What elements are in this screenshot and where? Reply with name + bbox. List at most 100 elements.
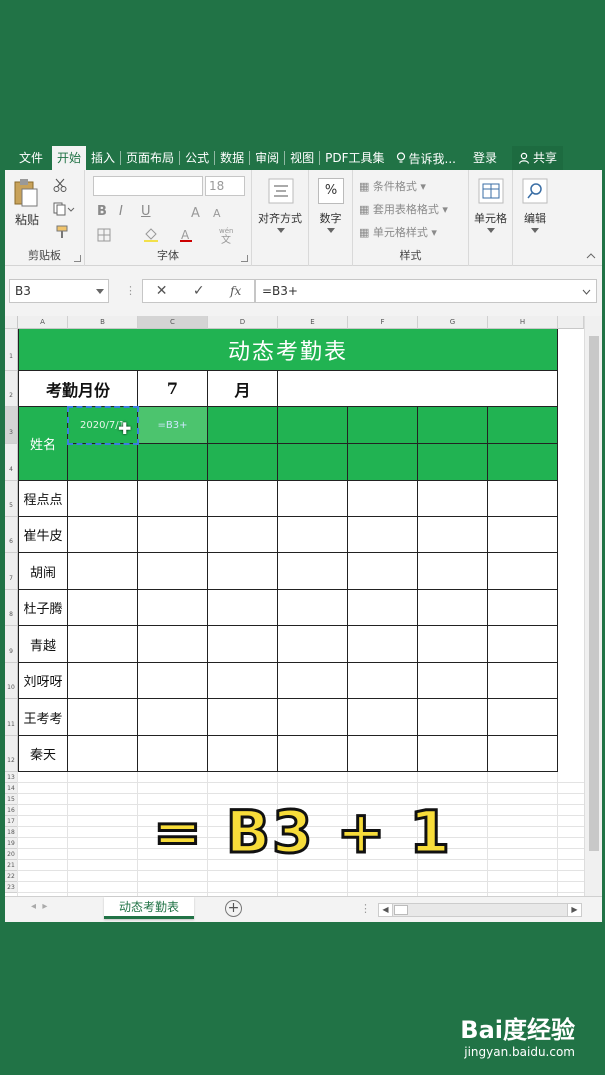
copy-icon[interactable] <box>53 202 75 216</box>
date-cell[interactable] <box>348 407 418 444</box>
attendance-cell[interactable] <box>278 736 348 772</box>
horizontal-scroll-thumb[interactable] <box>394 905 408 915</box>
conditional-format-button[interactable]: ▦ 条件格式 ▾ <box>359 178 426 194</box>
horizontal-scrollbar[interactable]: ◀ ▶ <box>378 903 582 917</box>
name-header-cell[interactable]: 姓名 <box>18 407 68 481</box>
employee-name-cell[interactable]: 秦天 <box>18 736 68 772</box>
sheet-tab-active[interactable]: 动态考勤表 <box>104 897 194 919</box>
attendance-cell[interactable] <box>208 699 278 736</box>
row-header[interactable]: 5 <box>5 481 18 517</box>
underline-button[interactable]: U <box>141 204 151 219</box>
attendance-cell[interactable] <box>208 590 278 626</box>
tab-data[interactable]: 数据 <box>215 146 249 170</box>
attendance-cell[interactable] <box>418 590 488 626</box>
cut-icon[interactable] <box>53 178 67 192</box>
attendance-cell[interactable] <box>488 736 558 772</box>
attendance-cell[interactable] <box>488 699 558 736</box>
find-icon[interactable] <box>522 178 548 204</box>
attendance-cell[interactable] <box>278 626 348 663</box>
attendance-cell[interactable] <box>138 590 208 626</box>
weekday-cell[interactable] <box>208 444 278 481</box>
attendance-cell[interactable] <box>278 590 348 626</box>
empty-merged-cell[interactable] <box>278 371 558 407</box>
attendance-cell[interactable] <box>488 553 558 590</box>
employee-name-cell[interactable]: 崔牛皮 <box>18 517 68 553</box>
attendance-cell[interactable] <box>418 626 488 663</box>
attendance-cell[interactable] <box>208 626 278 663</box>
row-header[interactable]: 6 <box>5 517 18 553</box>
weekday-cell[interactable] <box>138 444 208 481</box>
bold-button[interactable]: B <box>97 204 107 219</box>
dialog-launcher-icon[interactable] <box>241 255 248 262</box>
row-header[interactable]: 8 <box>5 590 18 626</box>
row-header[interactable]: 11 <box>5 699 18 736</box>
tell-me-box[interactable]: 告诉我... <box>396 150 456 167</box>
attendance-cell[interactable] <box>348 517 418 553</box>
add-sheet-icon[interactable]: + <box>225 900 242 917</box>
weekday-cell[interactable] <box>68 444 138 481</box>
date-cell[interactable] <box>488 407 558 444</box>
month-unit-cell[interactable]: 月 <box>208 371 278 407</box>
attendance-cell[interactable] <box>418 517 488 553</box>
employee-name-cell[interactable]: 王考考 <box>18 699 68 736</box>
column-header-h[interactable]: H <box>488 316 558 329</box>
enter-icon[interactable]: ✓ <box>193 283 205 299</box>
employee-name-cell[interactable]: 胡闹 <box>18 553 68 590</box>
attendance-cell[interactable] <box>418 481 488 517</box>
attendance-cell[interactable] <box>208 481 278 517</box>
attendance-cell[interactable] <box>418 663 488 699</box>
attendance-cell[interactable] <box>418 553 488 590</box>
weekday-cell[interactable] <box>278 444 348 481</box>
employee-name-cell[interactable]: 刘呀呀 <box>18 663 68 699</box>
font-grow-icon[interactable]: AA <box>189 204 229 220</box>
attendance-cell[interactable] <box>348 481 418 517</box>
attendance-cell[interactable] <box>278 699 348 736</box>
alignment-icon[interactable] <box>268 178 294 204</box>
attendance-cell[interactable] <box>138 626 208 663</box>
row-header[interactable]: 12 <box>5 736 18 772</box>
dialog-launcher-icon[interactable] <box>74 255 81 262</box>
tab-insert[interactable]: 插入 <box>86 146 120 170</box>
attendance-cell[interactable] <box>138 553 208 590</box>
fill-color-icon[interactable] <box>143 228 169 242</box>
attendance-cell[interactable] <box>348 626 418 663</box>
tab-formulas[interactable]: 公式 <box>180 146 214 170</box>
attendance-cell[interactable] <box>348 699 418 736</box>
attendance-cell[interactable] <box>68 626 138 663</box>
attendance-cell[interactable] <box>138 699 208 736</box>
date-cell[interactable] <box>278 407 348 444</box>
attendance-cell[interactable] <box>488 663 558 699</box>
tab-review[interactable]: 审阅 <box>250 146 284 170</box>
column-header-d[interactable]: D <box>208 316 278 329</box>
font-color-icon[interactable]: A <box>179 228 205 242</box>
date-cell[interactable] <box>418 407 488 444</box>
attendance-cell[interactable] <box>68 553 138 590</box>
employee-name-cell[interactable]: 青越 <box>18 626 68 663</box>
attendance-cell[interactable] <box>138 736 208 772</box>
phonetic-icon[interactable]: wén文 <box>217 225 243 245</box>
attendance-cell[interactable] <box>68 663 138 699</box>
border-icon[interactable] <box>97 228 123 242</box>
scroll-left-icon[interactable]: ◀ <box>379 904 393 916</box>
tab-home[interactable]: 开始 <box>52 146 87 170</box>
attendance-cell[interactable] <box>278 663 348 699</box>
attendance-cell[interactable] <box>68 590 138 626</box>
chevron-down-icon[interactable] <box>582 289 591 295</box>
attendance-cell[interactable] <box>348 736 418 772</box>
date-cell[interactable] <box>208 407 278 444</box>
row-header[interactable]: 9 <box>5 626 18 663</box>
attendance-cell[interactable] <box>488 517 558 553</box>
attendance-cell[interactable] <box>348 553 418 590</box>
table-format-button[interactable]: ▦ 套用表格格式 ▾ <box>359 201 448 217</box>
date-cell[interactable]: =B3+ <box>138 407 208 444</box>
insert-function-icon[interactable]: fx <box>230 284 241 298</box>
weekday-cell[interactable] <box>488 444 558 481</box>
weekday-cell[interactable] <box>348 444 418 481</box>
cells-icon[interactable] <box>478 178 504 204</box>
number-format-button[interactable]: % <box>318 178 344 204</box>
name-box[interactable]: B3 <box>9 279 109 303</box>
month-value-cell[interactable]: 7 <box>138 371 208 407</box>
attendance-cell[interactable] <box>138 517 208 553</box>
weekday-cell[interactable] <box>418 444 488 481</box>
column-header-g[interactable]: G <box>418 316 488 329</box>
